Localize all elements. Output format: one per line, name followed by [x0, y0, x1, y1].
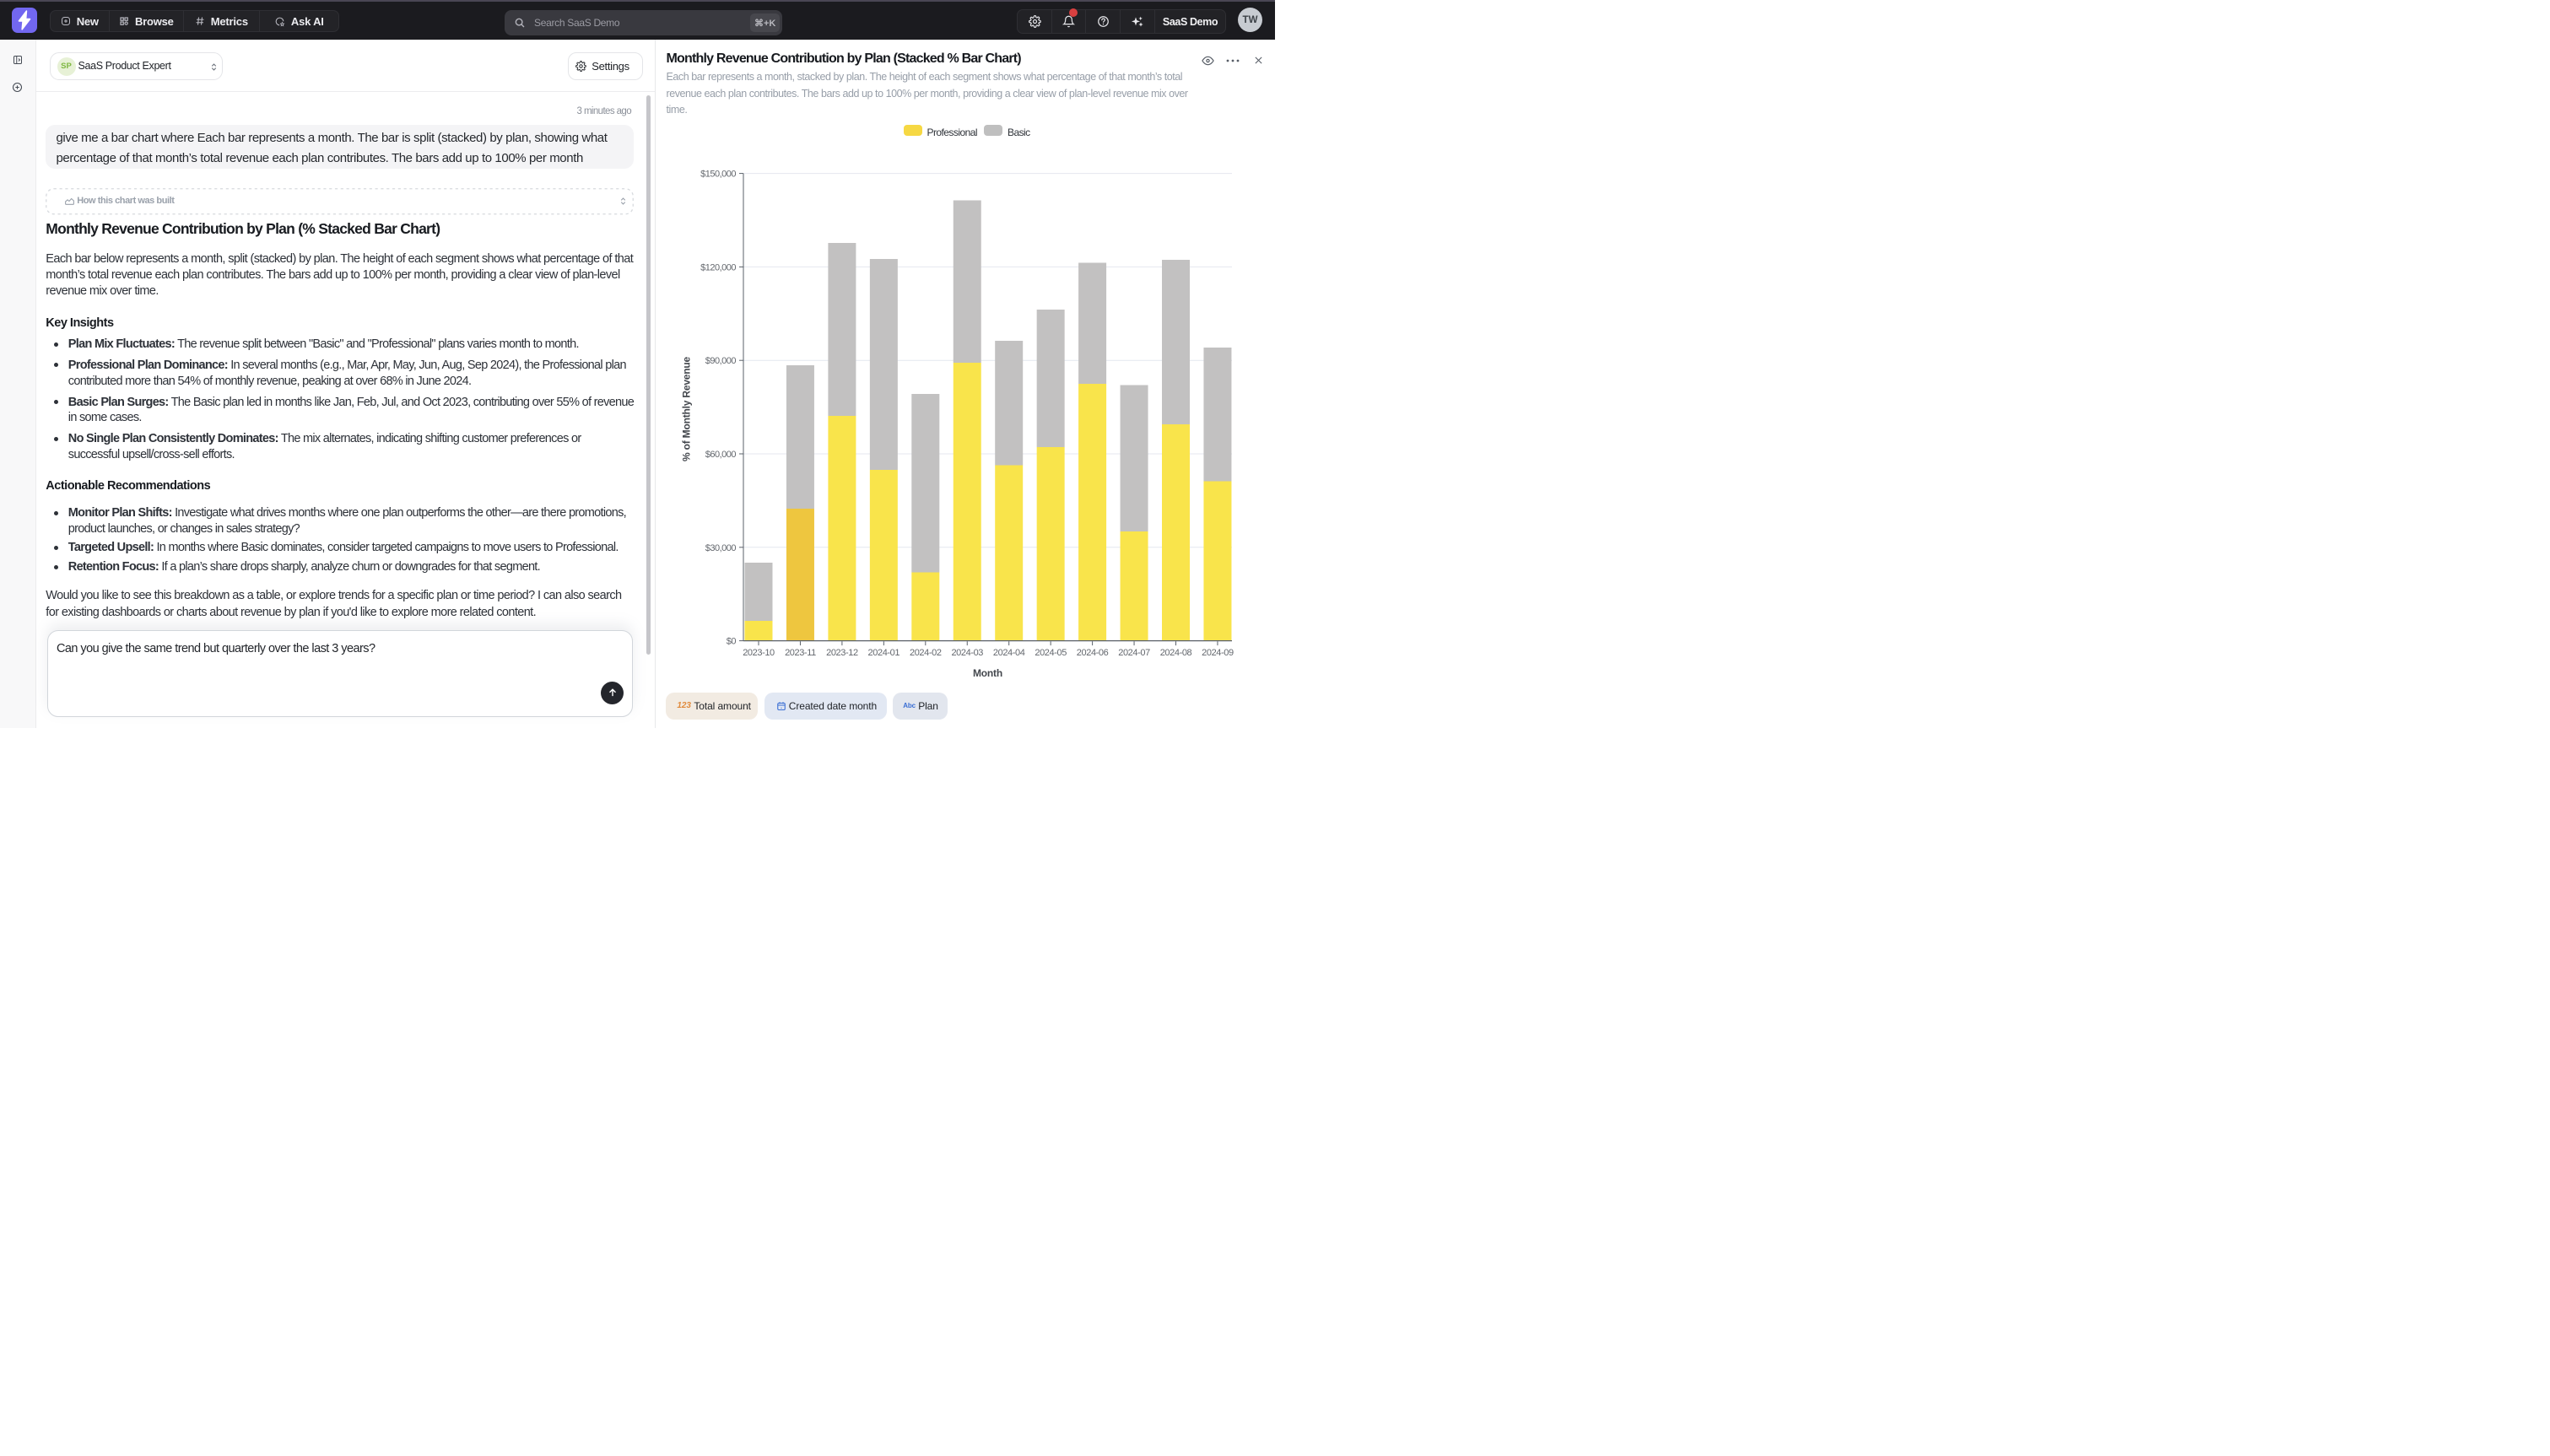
svg-text:2024-06: 2024-06 — [1077, 648, 1109, 658]
svg-text:2024-05: 2024-05 — [1035, 648, 1067, 658]
svg-text:$60,000: $60,000 — [705, 450, 737, 460]
svg-text:$120,000: $120,000 — [700, 262, 736, 272]
svg-text:% of Monthly Revenue: % of Monthly Revenue — [681, 356, 693, 461]
svg-text:2023-11: 2023-11 — [785, 648, 816, 658]
svg-text:2024-07: 2024-07 — [1118, 648, 1150, 658]
svg-text:2023-12: 2023-12 — [826, 648, 858, 658]
svg-text:2024-09: 2024-09 — [1202, 648, 1234, 658]
svg-text:2024-08: 2024-08 — [1160, 648, 1192, 658]
svg-text:2024-03: 2024-03 — [951, 648, 983, 658]
svg-text:$150,000: $150,000 — [700, 170, 736, 180]
svg-text:2023-10: 2023-10 — [743, 648, 775, 658]
svg-text:2024-02: 2024-02 — [910, 648, 942, 658]
svg-text:2024-01: 2024-01 — [868, 648, 900, 658]
svg-text:Month: Month — [973, 667, 1002, 679]
svg-text:$30,000: $30,000 — [705, 543, 737, 553]
svg-text:$0: $0 — [727, 637, 737, 647]
svg-text:$90,000: $90,000 — [705, 356, 737, 366]
svg-text:2024-04: 2024-04 — [993, 648, 1025, 658]
